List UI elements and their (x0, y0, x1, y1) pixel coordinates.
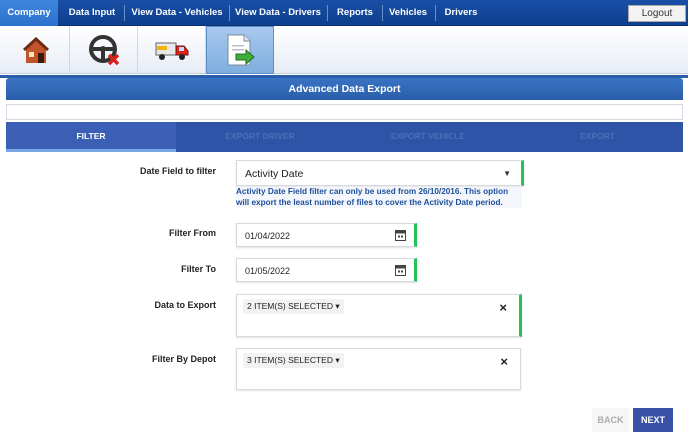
filter-from-input[interactable]: 01/04/2022 (236, 223, 417, 247)
step-export[interactable]: EXPORT (512, 122, 683, 152)
filter-by-depot-label: Filter By Depot (151, 354, 216, 364)
page-title: Advanced Data Export (6, 78, 683, 100)
calendar-icon[interactable] (395, 229, 406, 241)
nav-separator (435, 5, 436, 21)
nav-view-data-vehicles[interactable]: View Data - Vehicles (127, 0, 227, 26)
truck-button[interactable] (138, 26, 206, 74)
back-button[interactable]: BACK (592, 408, 629, 432)
truck-icon (155, 42, 188, 60)
selected-count-tag[interactable]: 3 ITEM(S) SELECTED ▾ (243, 353, 344, 368)
data-to-export-value: 2 ITEM(S) SELECTED (247, 301, 333, 311)
filter-by-depot-value: 3 ITEM(S) SELECTED (247, 355, 333, 365)
data-to-export-label: Data to Export (154, 300, 216, 310)
message-area (6, 104, 683, 120)
wizard-steps: FILTER EXPORT DRIVER EXPORT VEHICLE EXPO… (6, 122, 683, 152)
nav-separator (382, 5, 383, 21)
steering-wheel-button[interactable] (70, 26, 138, 74)
nav-separator (124, 5, 125, 21)
filter-to-value: 01/05/2022 (245, 266, 291, 276)
filter-by-depot-select[interactable]: 3 ITEM(S) SELECTED ▾ × (236, 348, 521, 390)
export-document-icon (227, 34, 255, 66)
filter-from-value: 01/04/2022 (245, 231, 291, 241)
nav-view-data-drivers[interactable]: View Data - Drivers (231, 0, 325, 26)
step-export-driver[interactable]: EXPORT DRIVER (176, 122, 344, 152)
nav-company[interactable]: Company (0, 0, 58, 26)
nav-data-input[interactable]: Data Input (62, 0, 122, 26)
icon-toolbar (0, 26, 688, 74)
filter-to-label: Filter To (181, 264, 216, 274)
clear-icon[interactable]: × (499, 300, 507, 315)
step-filter[interactable]: FILTER (6, 122, 176, 152)
chevron-down-icon: ▼ (503, 169, 511, 178)
next-button[interactable]: NEXT (633, 408, 673, 432)
date-field-value: Activity Date (245, 168, 304, 180)
nav-vehicles[interactable]: Vehicles (385, 0, 431, 26)
date-field-select[interactable]: Activity Date ▼ (236, 160, 524, 186)
export-button[interactable] (206, 26, 274, 74)
nav-separator (229, 5, 230, 21)
selected-count-tag[interactable]: 2 ITEM(S) SELECTED ▾ (243, 299, 344, 314)
nav-drivers[interactable]: Drivers (440, 0, 482, 26)
top-nav: Company Data Input View Data - Vehicles … (0, 0, 688, 26)
date-filter-note: Activity Date Field filter can only be u… (236, 187, 522, 208)
calendar-icon[interactable] (395, 264, 406, 276)
steering-wheel-icon (88, 35, 119, 66)
chevron-down-icon: ▾ (335, 301, 340, 311)
chevron-down-icon: ▾ (335, 355, 340, 365)
filter-to-input[interactable]: 01/05/2022 (236, 258, 417, 282)
step-export-vehicle[interactable]: EXPORT VEHICLE (344, 122, 512, 152)
clear-icon[interactable]: × (500, 354, 508, 369)
nav-reports[interactable]: Reports (330, 0, 380, 26)
filter-from-label: Filter From (168, 228, 216, 238)
date-field-label: Date Field to filter (139, 166, 216, 176)
house-icon (22, 37, 49, 63)
house-button[interactable] (2, 26, 70, 74)
nav-separator (327, 5, 328, 21)
logout-button[interactable]: Logout (628, 5, 686, 22)
data-to-export-select[interactable]: 2 ITEM(S) SELECTED ▾ × (236, 294, 522, 337)
